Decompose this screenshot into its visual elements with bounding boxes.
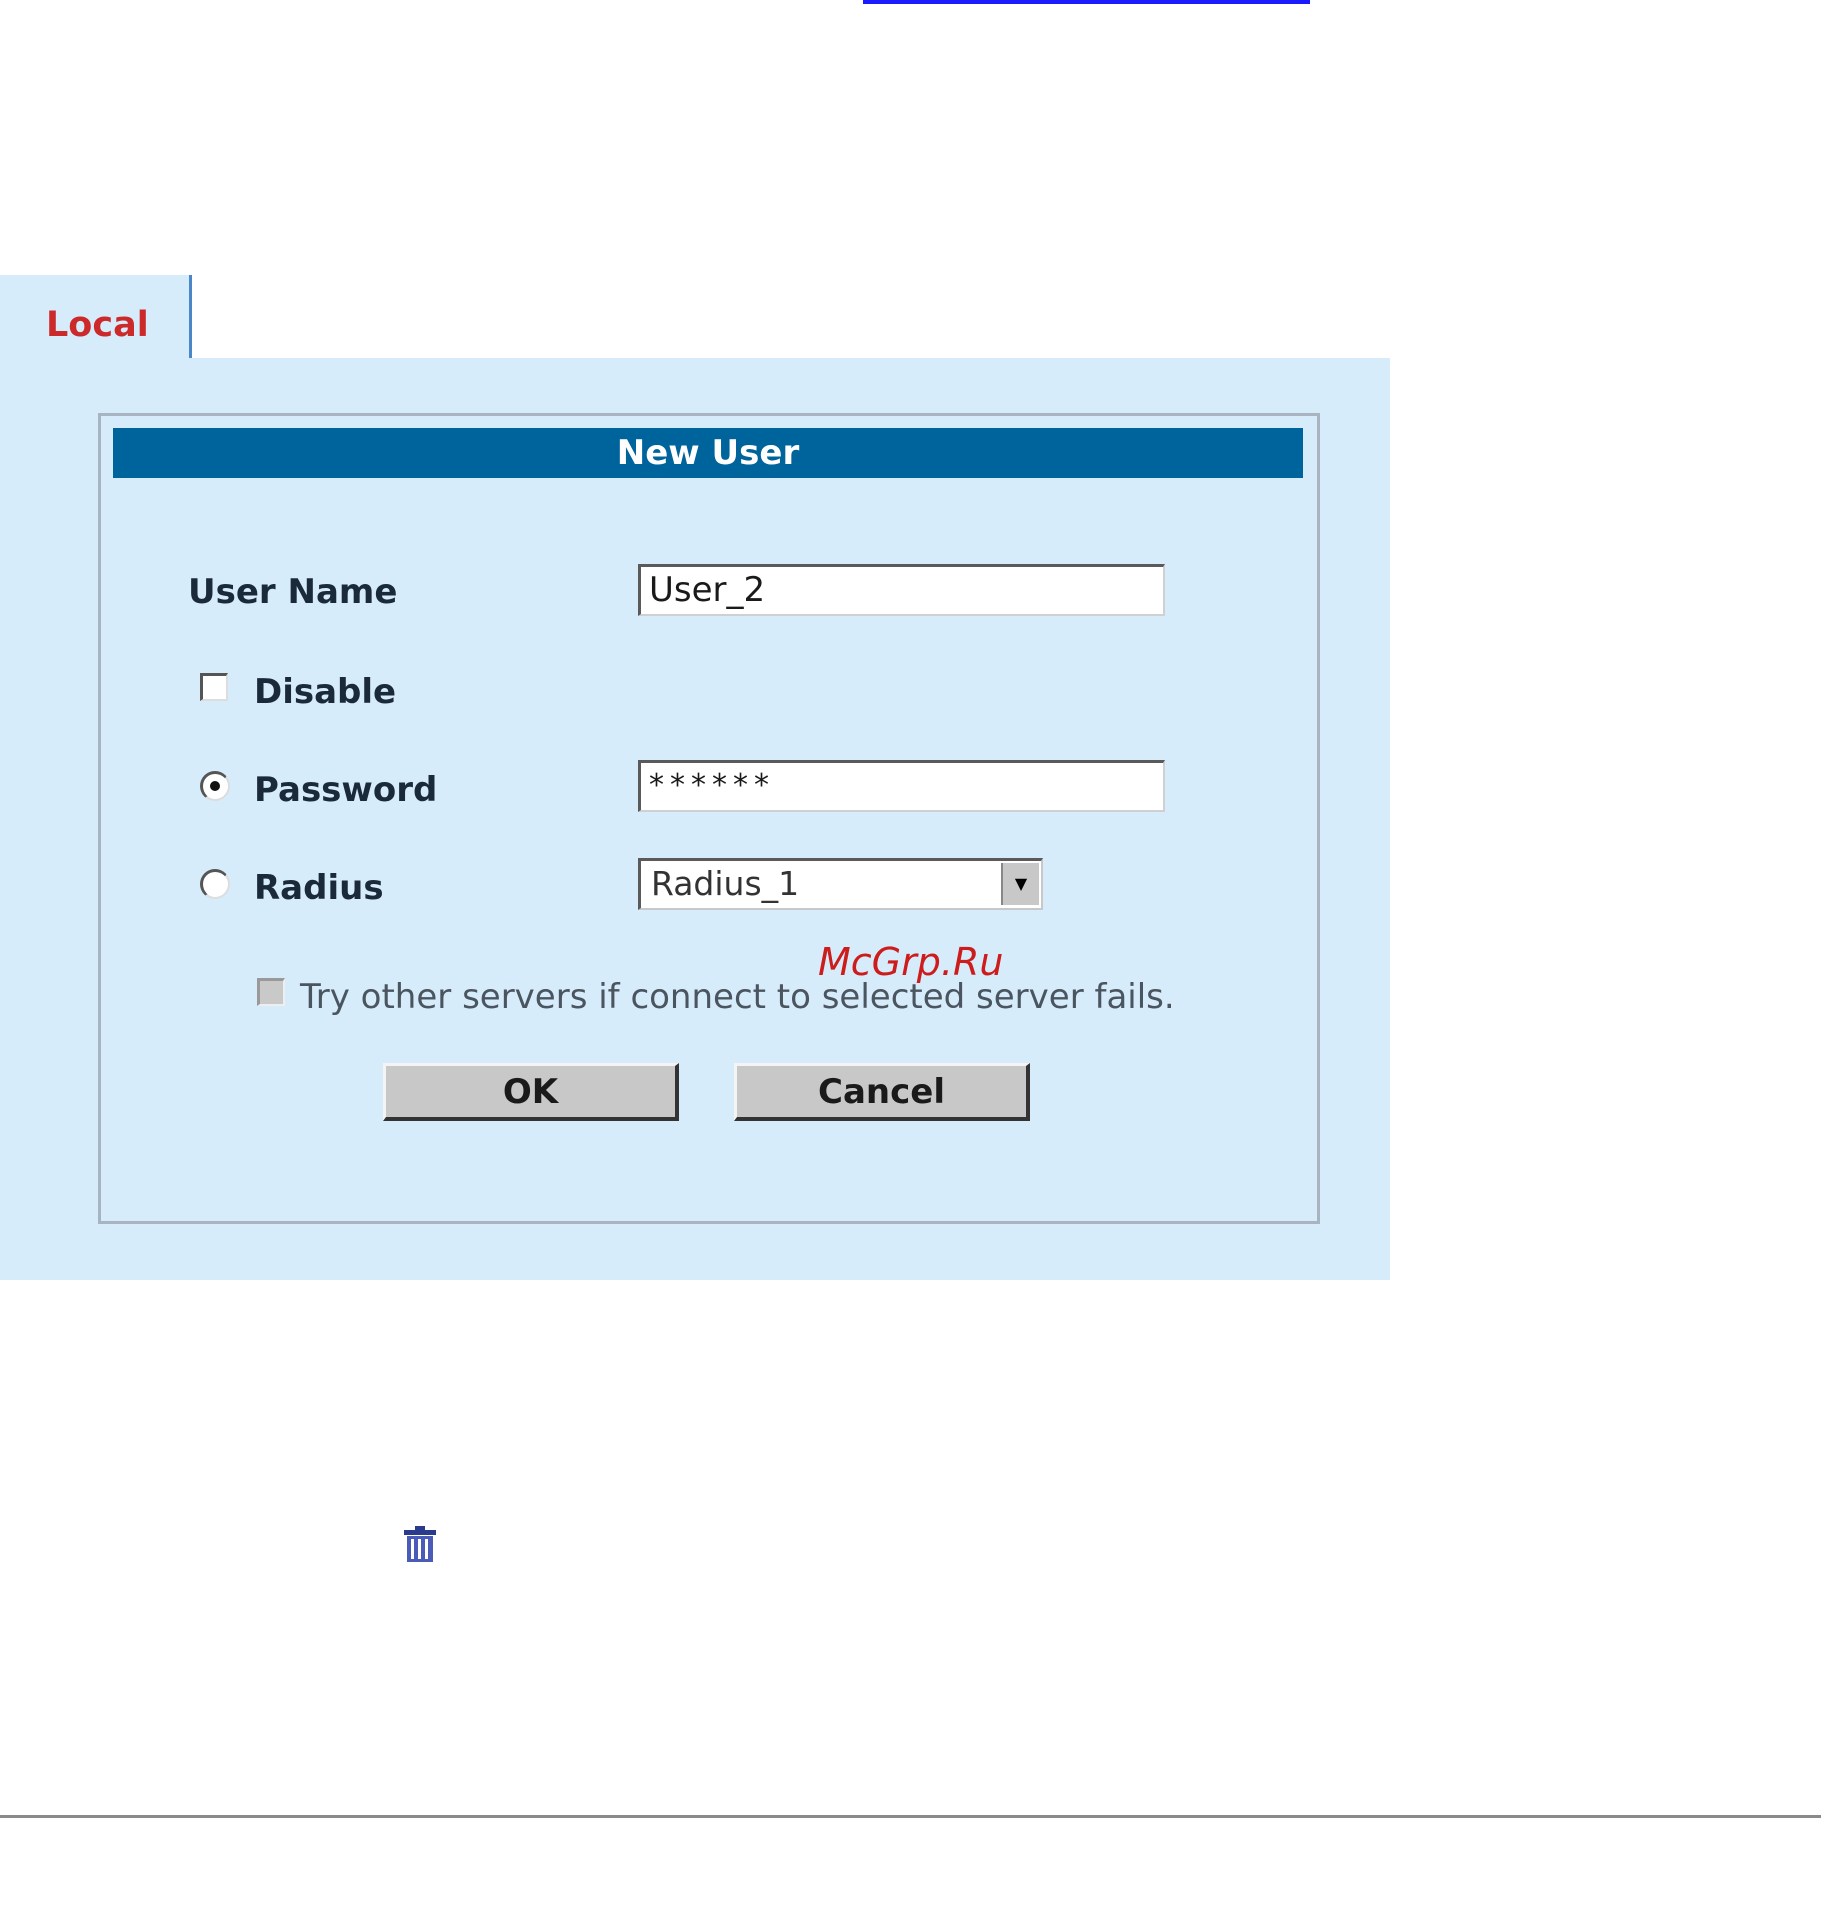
user-name-input[interactable]: User_2 [638, 564, 1165, 616]
bottom-divider [0, 1815, 1821, 1818]
trash-icon[interactable] [401, 1525, 439, 1563]
try-other-servers-label: Try other servers if connect to selected… [300, 977, 1175, 1017]
disable-label: Disable [254, 672, 397, 712]
user-name-label: User Name [188, 572, 398, 612]
new-user-dialog [98, 413, 1320, 1224]
tab-local-label: Local [46, 305, 149, 345]
try-other-servers-checkbox[interactable] [257, 978, 285, 1006]
chevron-down-icon[interactable]: ▼ [1001, 863, 1039, 905]
dialog-title: New User [113, 428, 1303, 478]
tab-local[interactable]: Local [0, 275, 192, 360]
radius-label: Radius [254, 868, 384, 908]
password-radio-dot [210, 781, 220, 791]
radius-radio[interactable] [200, 869, 230, 899]
disable-checkbox[interactable] [200, 673, 228, 701]
password-label: Password [254, 770, 438, 810]
password-input[interactable]: ****** [638, 760, 1165, 812]
radius-server-select[interactable]: Radius_1 ▼ [638, 858, 1043, 910]
top-link-underline[interactable] [863, 0, 1310, 4]
ok-button[interactable]: OK [383, 1063, 679, 1121]
radius-server-value: Radius_1 [651, 864, 800, 903]
password-radio[interactable] [200, 771, 230, 801]
cancel-button[interactable]: Cancel [734, 1063, 1030, 1121]
